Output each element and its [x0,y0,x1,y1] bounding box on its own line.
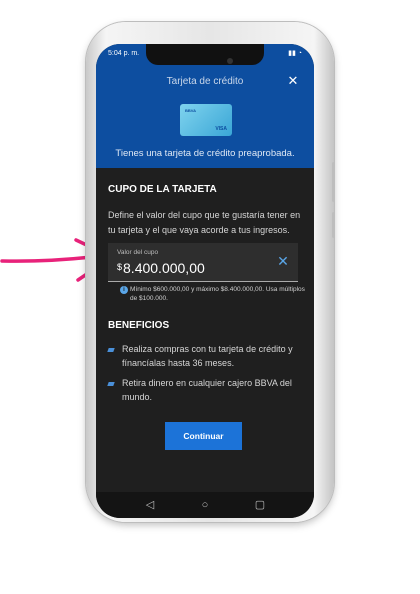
amount-field-label: Valor del cupo [117,249,159,256]
cupo-section-title: CUPO DE LA TARJETA [108,184,217,195]
header-banner: 5:04 p. m. ▮▮ ◔ Tarjeta de crédito ✕ BBV… [96,44,314,168]
close-icon[interactable]: ✕ [286,74,300,88]
recents-icon[interactable]: ▢ [248,492,272,518]
home-icon[interactable]: ○ [193,492,217,518]
volume-button [332,212,335,238]
status-time: 5:04 p. m. [108,50,140,57]
phone-screen: 5:04 p. m. ▮▮ ◔ Tarjeta de crédito ✕ BBV… [96,44,314,518]
card-network: VISA [215,126,227,132]
amount-number: 8.400.000,00 [123,260,205,276]
credit-card-image: BBVA VISA [180,104,232,136]
power-button [332,162,335,202]
camera-icon [227,58,233,64]
bullet-icon [107,382,115,386]
preapproved-message: Tienes una tarjeta de crédito preaprobad… [115,148,295,159]
benefit-item: Retira dinero en cualquier cajero BBVA d… [122,378,292,402]
currency-symbol: $ [117,262,123,272]
cupo-description: Define el valor del cupo que te gustaría… [108,210,301,235]
info-icon: i [120,286,128,294]
page-title: Tarjeta de crédito [166,76,244,87]
bullet-icon [107,348,115,352]
android-nav-bar: ◁ ○ ▢ [96,492,314,518]
phone-notch [146,44,264,65]
card-brand: BBVA [185,108,197,113]
status-icons: ▮▮ ◔ [288,50,302,57]
back-icon[interactable]: ◁ [138,492,162,518]
clear-icon[interactable]: ✕ [276,254,290,268]
continue-button[interactable]: Continuar [165,422,242,450]
amount-field-value[interactable]: $8.400.000,00 [117,260,205,276]
amount-hint: Mínimo $600.000,00 y máximo $8.400.000,0… [130,286,305,302]
benefit-item: Realiza compras con tu tarjeta de crédit… [122,344,293,368]
cupo-amount-field[interactable]: Valor del cupo $8.400.000,00 ✕ [108,243,298,282]
benefits-section-title: BENEFICIOS [108,320,170,331]
